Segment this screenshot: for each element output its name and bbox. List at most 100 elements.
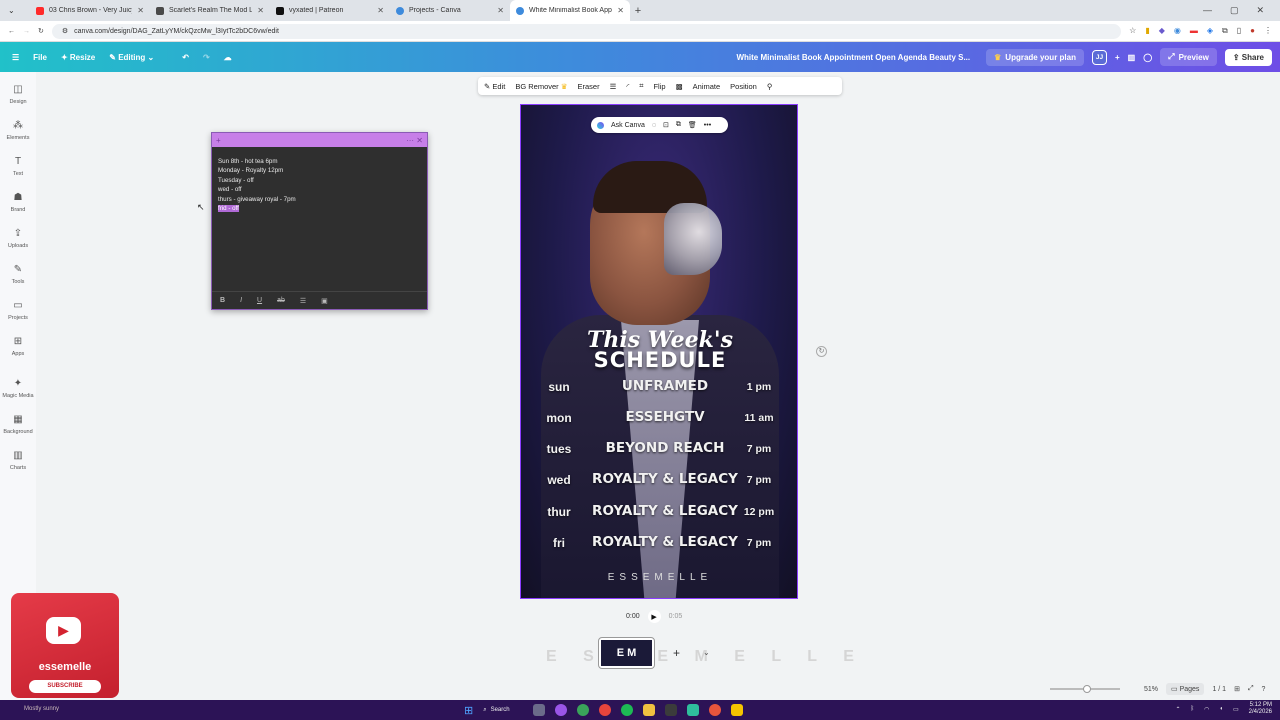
app-icon[interactable] <box>687 704 700 716</box>
sidebar-item-brand[interactable]: ☗ Brand <box>0 192 36 213</box>
schedule-row[interactable]: thur ROYALTY & LEGACY 12 pm <box>521 499 797 525</box>
close-icon[interactable]: ✕ <box>617 6 624 15</box>
extension-icon[interactable]: ▮ <box>1145 26 1149 36</box>
back-icon[interactable]: ← <box>8 28 15 35</box>
zoom-level[interactable]: 51% <box>1144 686 1158 693</box>
site-info-icon[interactable]: ⚙ <box>62 27 68 35</box>
undo-icon[interactable]: ↶ <box>182 53 189 62</box>
menu-kebab-icon[interactable]: ⋮ <box>1264 26 1272 36</box>
extensions-puzzle-icon[interactable]: ⧉ <box>1222 26 1228 36</box>
more-icon[interactable]: ••• <box>704 122 711 129</box>
italic-icon[interactable]: I <box>240 297 242 304</box>
close-window-icon[interactable]: ✕ <box>1256 5 1264 16</box>
reload-icon[interactable]: ↻ <box>38 27 44 35</box>
app-icon[interactable] <box>665 704 678 716</box>
file-explorer-icon[interactable] <box>643 704 656 716</box>
forward-icon[interactable]: → <box>23 28 30 35</box>
app-icon[interactable] <box>709 704 722 716</box>
design-page[interactable]: This Week's SCHEDULE sun UNFRAMED 1 pm m… <box>520 104 798 599</box>
upgrade-button[interactable]: ♛ Upgrade your plan <box>986 48 1084 66</box>
clock[interactable]: 5:12 PM 2/4/2026 <box>1249 702 1272 716</box>
taskbar-search[interactable]: ⌕ Search <box>483 707 523 714</box>
sidepanel-icon[interactable]: ▯ <box>1237 26 1241 36</box>
insert-image-icon[interactable]: ▣ <box>321 297 328 305</box>
cloud-save-icon[interactable]: ☁ <box>224 53 232 62</box>
minimize-icon[interactable]: — <box>1203 5 1212 16</box>
brand-wordmark[interactable]: ESSEMELLE <box>521 572 797 583</box>
app-icon[interactable] <box>555 704 568 716</box>
sidebar-item-uploads[interactable]: ⇪ Uploads <box>0 228 36 249</box>
comment-icon[interactable]: ◌ <box>652 122 656 129</box>
add-note-icon[interactable]: + <box>216 136 221 145</box>
bookmark-star-icon[interactable]: ☆ <box>1129 26 1136 36</box>
design-title[interactable]: White Minimalist Book Appointment Open A… <box>736 53 970 62</box>
sidebar-item-magic-media[interactable]: ✦ Magic Media <box>0 378 36 399</box>
subscribe-button[interactable]: SUBSCRIBE <box>29 680 101 693</box>
close-icon[interactable]: ✕ <box>497 6 504 15</box>
ask-canva-button[interactable]: Ask Canva <box>611 122 645 129</box>
new-tab-button[interactable]: + <box>630 5 646 17</box>
sidebar-item-charts[interactable]: ▥ Charts <box>0 450 36 471</box>
rotate-icon[interactable]: ↻ <box>816 346 827 357</box>
close-icon[interactable]: ✕ <box>377 6 384 15</box>
chevron-down-icon[interactable]: ⌄ <box>703 648 710 657</box>
close-icon[interactable]: ✕ <box>257 6 264 15</box>
position-button[interactable]: Position <box>730 82 757 91</box>
battery-icon[interactable]: ▭ <box>1233 706 1239 713</box>
help-icon[interactable]: ? <box>1262 686 1266 693</box>
browser-tab-active[interactable]: White Minimalist Book Appoin ✕ <box>510 0 630 21</box>
extension-icon[interactable]: ▬ <box>1190 26 1198 36</box>
sidebar-item-text[interactable]: T Text <box>0 156 36 177</box>
url-field[interactable]: ⚙ canva.com/design/DAG_ZatLyYM/ckQzcMw_l… <box>51 23 1122 39</box>
add-collaborator-icon[interactable]: + <box>1115 53 1120 62</box>
schedule-row[interactable]: fri ROYALTY & LEGACY 7 pm <box>521 530 797 556</box>
preview-button[interactable]: ⤢ Preview <box>1160 48 1217 66</box>
extension-icon[interactable]: ◆ <box>1159 26 1165 36</box>
crop-icon[interactable]: ⌗ <box>639 81 643 91</box>
eraser-button[interactable]: Eraser <box>578 82 600 91</box>
redo-icon[interactable]: ↷ <box>203 53 210 62</box>
volume-icon[interactable]: ◖ <box>1219 706 1223 712</box>
tab-list-icon[interactable]: ⌄ <box>0 6 30 15</box>
editing-mode-dropdown[interactable]: ✎ Editing ⌄ <box>109 53 154 62</box>
extension-icon[interactable]: ◉ <box>1174 26 1181 36</box>
paint-format-icon[interactable]: ⚲ <box>767 82 773 91</box>
browser-tab[interactable]: Projects - Canva ✕ <box>390 0 510 21</box>
bg-remover-button[interactable]: BG Remover ♛ <box>515 82 567 91</box>
play-button[interactable]: ▶ <box>647 610 661 623</box>
zoom-slider-handle[interactable] <box>1083 685 1091 693</box>
underline-icon[interactable]: U <box>257 297 262 304</box>
resize-button[interactable]: ✦ Resize <box>61 53 95 62</box>
add-page-button[interactable]: + <box>673 646 680 660</box>
share-button[interactable]: ⇪ Share <box>1224 48 1272 66</box>
lock-icon[interactable]: ⊡ <box>663 121 669 129</box>
bullet-list-icon[interactable]: ☰ <box>300 297 306 305</box>
sidebar-item-apps[interactable]: ⊞ Apps <box>0 336 36 357</box>
sidebar-item-projects[interactable]: ▭ Projects <box>0 300 36 321</box>
app-icon[interactable] <box>731 704 744 716</box>
sticky-note-body[interactable]: Sun 8th - hot tea 6pm Monday - Royalty 1… <box>212 147 427 223</box>
design-title-line2[interactable]: SCHEDULE <box>521 348 797 372</box>
chrome-icon[interactable] <box>599 704 612 716</box>
flip-button[interactable]: Flip <box>653 82 665 91</box>
task-view-icon[interactable] <box>533 704 546 716</box>
sidebar-item-design[interactable]: ◫ Design <box>0 84 36 105</box>
corner-rounding-icon[interactable]: ◜ <box>626 82 629 91</box>
wifi-icon[interactable]: ◠ <box>1204 706 1209 713</box>
animate-button[interactable]: Animate <box>693 82 721 91</box>
sidebar-item-elements[interactable]: ⁂ Elements <box>0 120 36 141</box>
delete-icon[interactable]: 🗑 <box>688 121 697 129</box>
browser-tab[interactable]: Scarlet's Realm The Mod List [Sim ✕ <box>150 0 270 21</box>
tray-chevron-icon[interactable]: ⌃ <box>1175 706 1180 713</box>
file-menu[interactable]: File <box>33 53 47 62</box>
insights-chart-icon[interactable]: ▥ <box>1128 53 1136 62</box>
maximize-icon[interactable]: ▢ <box>1230 5 1239 16</box>
schedule-row[interactable]: wed ROYALTY & LEGACY 7 pm <box>521 467 797 493</box>
page-thumbnail[interactable]: E M <box>598 637 655 669</box>
menu-icon[interactable]: ☰ <box>12 53 19 62</box>
app-icon[interactable] <box>577 704 590 716</box>
zoom-slider[interactable] <box>1050 685 1120 693</box>
avatar[interactable]: JJ <box>1091 49 1107 65</box>
spotify-icon[interactable] <box>621 704 634 716</box>
bold-icon[interactable]: B <box>220 297 225 304</box>
